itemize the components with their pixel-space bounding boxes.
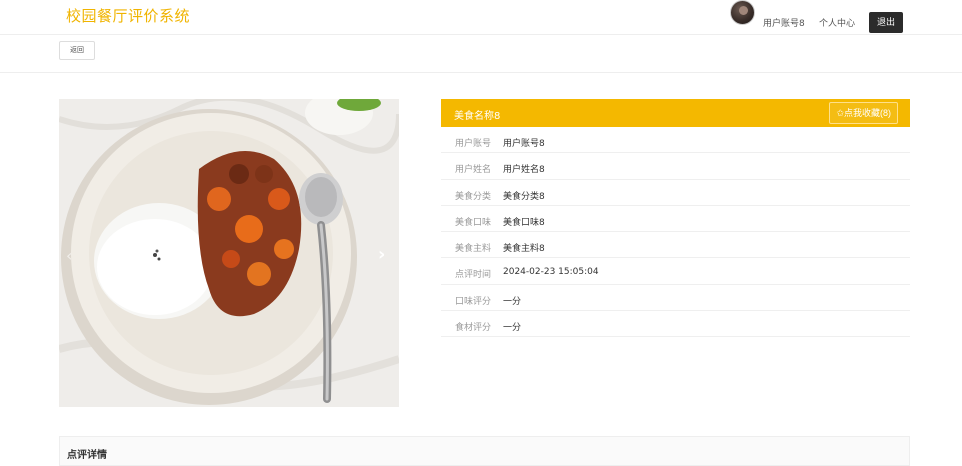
detail-label: 美食主料 (455, 244, 492, 255)
personal-center-link[interactable]: 个人中心 (819, 16, 855, 29)
detail-value: 一分 (503, 296, 522, 307)
back-button[interactable]: 返回 (59, 41, 95, 60)
top-header: 校园餐厅评价系统 用户账号8 个人中心 退出 (0, 0, 962, 35)
detail-value: 美食口味8 (503, 217, 545, 228)
detail-label: 美食口味 (455, 217, 492, 228)
detail-label: 口味评分 (455, 296, 492, 307)
detail-value: 用户姓名8 (503, 165, 545, 176)
detail-header: 美食名称8 ✩点我收藏(8) (441, 99, 910, 127)
detail-label: 点评时间 (455, 270, 492, 281)
detail-value: 2024-02-23 15:05:04 (503, 267, 599, 278)
detail-label: 美食分类 (455, 191, 492, 202)
detail-row: 用户账号 用户账号8 (441, 127, 910, 154)
detail-row: 美食口味 美食口味8 (441, 206, 910, 233)
detail-row: 点评时间 2024-02-23 15:05:04 (441, 258, 910, 285)
detail-row: 食材评分 一分 (441, 311, 910, 338)
detail-row: 美食主料 美食主料8 (441, 232, 910, 259)
food-name: 美食名称8 (454, 111, 501, 122)
review-section: 点评详情 (59, 436, 910, 466)
detail-row: 美食分类 美食分类8 (441, 180, 910, 206)
chevron-left-icon[interactable]: ‹ (66, 246, 72, 265)
review-title: 点评详情 (67, 450, 107, 461)
food-photo (59, 99, 399, 407)
detail-value: 用户账号8 (503, 139, 545, 149)
food-detail-panel: 美食名称8 ✩点我收藏(8) 用户账号 用户账号8 用户姓名 用户姓名8 美食分… (441, 99, 910, 338)
breadcrumb-bar: 返回 (0, 36, 962, 73)
detail-row: 口味评分 一分 (441, 285, 910, 312)
favorite-button[interactable]: ✩点我收藏(8) (829, 102, 898, 124)
user-avatar[interactable] (730, 0, 755, 25)
detail-value: 美食主料8 (503, 244, 545, 255)
user-account-label: 用户账号8 (763, 19, 805, 29)
detail-label: 食材评分 (455, 323, 492, 334)
detail-label: 用户账号 (455, 139, 492, 149)
site-title[interactable]: 校园餐厅评价系统 (66, 5, 190, 26)
detail-label: 用户姓名 (455, 165, 492, 176)
detail-value: 美食分类8 (503, 191, 545, 202)
detail-row: 用户姓名 用户姓名8 (441, 153, 910, 180)
detail-value: 一分 (503, 323, 522, 334)
chevron-right-icon[interactable]: › (378, 244, 385, 265)
logout-button[interactable]: 退出 (869, 12, 903, 33)
